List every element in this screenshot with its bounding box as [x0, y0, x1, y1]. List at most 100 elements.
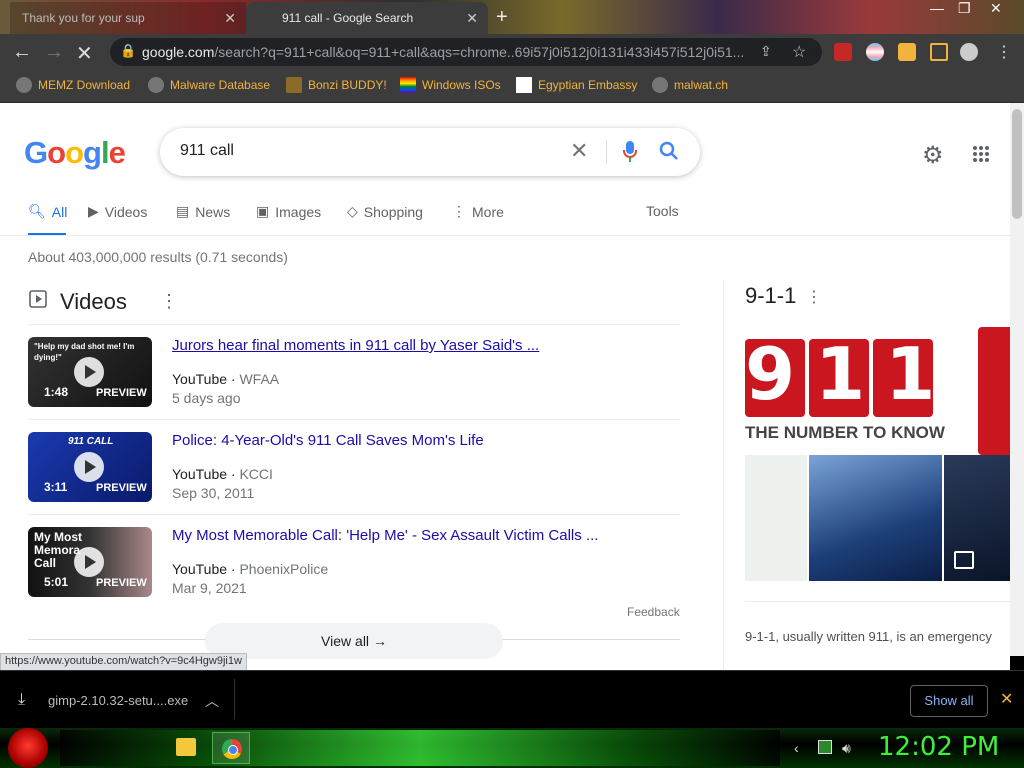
bookmark-malwatch[interactable]: malwat.ch: [652, 77, 728, 93]
video-title-link[interactable]: My Most Memorable Call: 'Help Me' - Sex …: [172, 527, 598, 544]
bookmark-memz[interactable]: MEMZ Download: [16, 77, 130, 93]
more-vert-icon[interactable]: ⋮: [160, 291, 178, 312]
scrollbar-thumb[interactable]: [1012, 109, 1022, 219]
tabs-divider: [0, 235, 1010, 236]
image-icon: ▣: [256, 203, 270, 219]
minimize-icon[interactable]: —: [930, 0, 944, 16]
new-tab-icon[interactable]: +: [496, 6, 508, 29]
video-duration: 3:11: [44, 480, 68, 494]
video-date: Mar 9, 2021: [172, 580, 247, 596]
video-duration: 1:48: [44, 385, 69, 399]
profile-icon[interactable]: [960, 43, 978, 61]
puzzle-icon[interactable]: [898, 43, 916, 61]
bookmark-malware-db[interactable]: Malware Database: [148, 77, 270, 93]
search-input[interactable]: 911 call: [180, 142, 234, 160]
url-text[interactable]: google.com/search?q=911+call&oq=911+call…: [142, 44, 782, 60]
globe-icon: [652, 77, 668, 93]
preview-label: PREVIEW: [96, 577, 147, 589]
bookmark-windows-isos[interactable]: Windows ISOs: [400, 77, 501, 93]
show-all-button[interactable]: Show all: [910, 685, 988, 717]
chevron-up-icon[interactable]: ︿: [205, 691, 219, 711]
start-button[interactable]: [8, 728, 48, 768]
video-source: YouTube · WFAA: [172, 371, 280, 387]
search-icon[interactable]: [658, 140, 680, 162]
bookmark-egyptian-embassy[interactable]: Egyptian Embassy: [516, 77, 637, 93]
stop-icon[interactable]: ✕: [76, 41, 93, 66]
forward-icon[interactable]: →: [44, 41, 64, 64]
tab-thank-you[interactable]: Thank you for your sup ✕: [10, 2, 246, 34]
ublock-icon[interactable]: [834, 43, 852, 61]
search-tabs: 🔍︎ All ▶ Videos ▤ News ▣ Images ◇ Shopping ⋮ M…: [28, 203, 688, 239]
globe-icon: [16, 77, 32, 93]
feedback-link[interactable]: Feedback: [627, 605, 680, 619]
volume-icon[interactable]: 🔊︎: [842, 740, 851, 757]
video-result[interactable]: "Help my dad shot me! I'm dying!" 1:48 P…: [28, 324, 680, 419]
knowledge-panel-image-keypad[interactable]: [944, 455, 1010, 581]
sidebar-icon[interactable]: [930, 43, 948, 61]
restore-icon[interactable]: ❐: [958, 0, 971, 17]
microphone-icon[interactable]: [622, 140, 638, 164]
knowledge-panel-image-dialer[interactable]: [745, 455, 807, 581]
video-section-icon: [29, 290, 47, 308]
video-result[interactable]: 911 CALL 3:11 PREVIEW Police: 4-Year-Old…: [28, 419, 680, 514]
tray-arrow-icon[interactable]: ‹: [794, 740, 799, 756]
apps-grid-icon[interactable]: [972, 145, 990, 163]
play-icon[interactable]: [74, 547, 104, 577]
knowledge-panel-image-911-logo[interactable]: 911 THE NUMBER TO KNOW: [745, 327, 945, 455]
play-icon[interactable]: [74, 452, 104, 482]
lock-icon[interactable]: 🔒: [120, 43, 136, 59]
video-duration: 5:01: [44, 575, 69, 589]
file-explorer-icon[interactable]: [176, 738, 196, 756]
vertical-scrollbar[interactable]: [1010, 103, 1024, 656]
download-bar: ⤓ gimp-2.10.32-setu....exe ︿ Show all ✕: [0, 670, 1024, 728]
settings-gear-icon[interactable]: ⚙: [922, 141, 944, 170]
video-date: 5 days ago: [172, 390, 241, 406]
video-thumbnail[interactable]: My Most Memora Call 5:01 PREVIEW: [28, 527, 152, 597]
close-icon[interactable]: ✕: [1000, 689, 1013, 709]
view-all-button[interactable]: View all →: [205, 623, 503, 659]
chrome-icon: [222, 739, 242, 759]
window-close-icon[interactable]: ✕: [990, 0, 1002, 17]
knowledge-panel-image-phone-screen[interactable]: [809, 455, 942, 581]
video-result[interactable]: My Most Memora Call 5:01 PREVIEW My Most…: [28, 514, 680, 609]
play-icon[interactable]: [74, 357, 104, 387]
more-vert-icon[interactable]: ⋮: [806, 287, 822, 307]
bookmarks-bar: MEMZ Download Malware Database Bonzi BUD…: [0, 70, 1024, 103]
video-thumbnail[interactable]: 911 CALL 3:11 PREVIEW: [28, 432, 152, 502]
google-logo[interactable]: Google: [24, 135, 126, 171]
back-icon[interactable]: ←: [12, 41, 32, 64]
menu-icon[interactable]: ⋮: [996, 42, 1012, 62]
arrow-right-icon: →: [372, 633, 387, 649]
close-icon[interactable]: ✕: [466, 10, 478, 27]
star-icon[interactable]: ☆: [792, 42, 806, 62]
more-vert-icon: ⋮: [452, 203, 466, 219]
video-title-link[interactable]: Jurors hear final moments in 911 call by…: [172, 337, 539, 354]
extension-flag-icon[interactable]: [866, 43, 884, 61]
tab-shopping[interactable]: ◇ Shopping: [347, 203, 423, 220]
logo-911-text: 911: [745, 332, 956, 416]
knowledge-panel-image-phone[interactable]: [978, 327, 1010, 455]
download-filename[interactable]: gimp-2.10.32-setu....exe: [48, 693, 188, 708]
video-title-link[interactable]: Police: 4-Year-Old's 911 Call Saves Mom'…: [172, 432, 484, 449]
system-clock[interactable]: 12:02 PM: [878, 732, 999, 762]
wix-icon: [516, 77, 532, 93]
tray-app-icon[interactable]: [818, 740, 832, 754]
chrome-taskbar-button[interactable]: [212, 732, 250, 764]
tools-button[interactable]: Tools: [646, 203, 679, 219]
rainbow-flag-icon: [400, 77, 416, 93]
tab-images[interactable]: ▣ Images: [256, 203, 321, 220]
tab-title: Thank you for your sup: [22, 11, 145, 25]
close-icon[interactable]: ✕: [224, 10, 236, 27]
clear-icon[interactable]: ✕: [570, 138, 588, 164]
page-content: Google 911 call ✕ ⚙ 🔍︎ All ▶ Videos ▤ News …: [0, 103, 1010, 670]
bookmark-bonzi[interactable]: Bonzi BUDDY!: [286, 77, 387, 93]
tab-all[interactable]: 🔍︎ All: [28, 203, 67, 220]
share-icon[interactable]: ⇪: [760, 43, 772, 60]
tab-videos[interactable]: ▶ Videos: [88, 203, 147, 220]
search-box[interactable]: 911 call ✕: [160, 128, 700, 176]
tab-google-search[interactable]: 911 call - Google Search ✕: [246, 2, 488, 34]
tab-more[interactable]: ⋮ More: [452, 203, 504, 220]
address-bar[interactable]: 🔒 google.com/search?q=911+call&oq=911+ca…: [110, 38, 822, 66]
video-thumbnail[interactable]: "Help my dad shot me! I'm dying!" 1:48 P…: [28, 337, 152, 407]
tab-news[interactable]: ▤ News: [176, 203, 230, 220]
